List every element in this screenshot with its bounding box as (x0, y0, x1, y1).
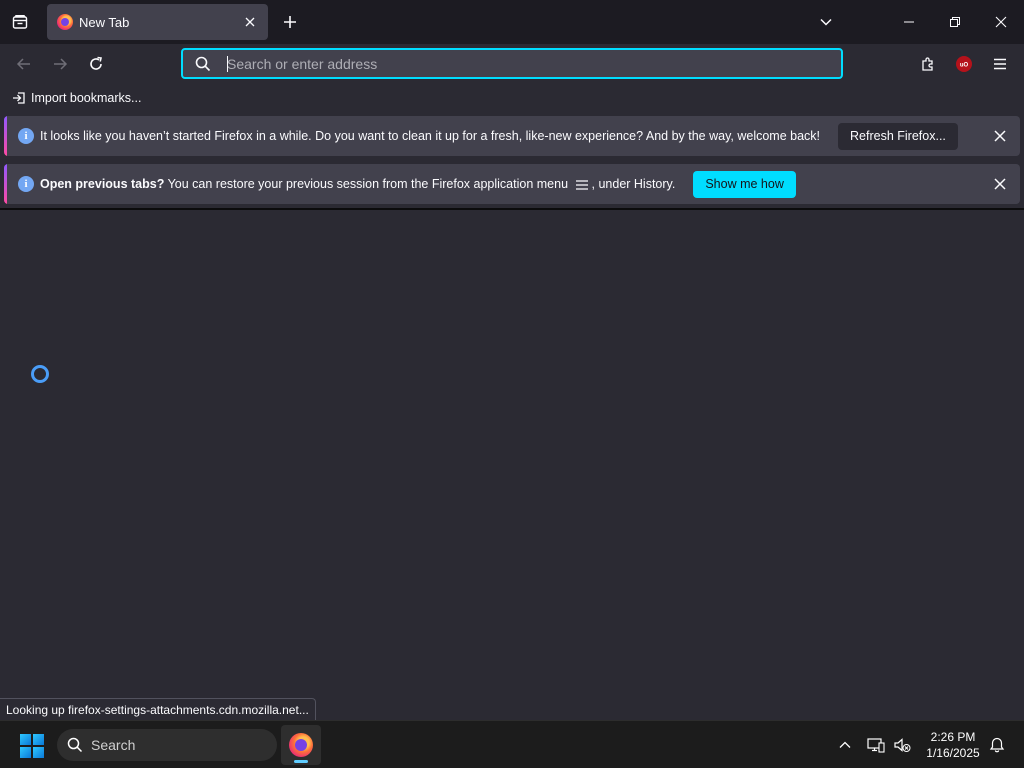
app-menu-hamburger-icon[interactable] (984, 48, 1016, 80)
refresh-firefox-notification: i It looks like you haven’t started Fire… (4, 116, 1020, 156)
taskbar-search-label: Search (91, 737, 136, 753)
page-content: Looking up firefox-settings-attachments.… (0, 210, 1024, 720)
forward-arrow-icon[interactable] (44, 48, 76, 80)
window-close-icon[interactable] (978, 0, 1024, 44)
firefox-icon (289, 733, 313, 757)
hamburger-menu-icon (575, 180, 588, 190)
status-panel: Looking up firefox-settings-attachments.… (0, 698, 316, 720)
ublock-origin-icon[interactable]: uO (948, 48, 980, 80)
chevron-up-icon[interactable] (833, 733, 857, 757)
taskbar-search-box[interactable]: Search (57, 729, 277, 761)
import-bookmarks-label: Import bookmarks... (31, 91, 142, 105)
address-input[interactable] (223, 55, 841, 72)
show-me-how-button[interactable]: Show me how (693, 170, 796, 198)
bell-icon[interactable] (985, 733, 1009, 757)
tab-new-tab[interactable]: New Tab (47, 4, 268, 40)
search-icon (67, 737, 83, 753)
taskbar-firefox-button[interactable] (281, 725, 321, 765)
firefox-favicon-icon (57, 14, 73, 30)
minimize-icon[interactable] (886, 0, 932, 44)
search-icon (183, 56, 223, 72)
tab-strip: New Tab (0, 0, 1024, 44)
svg-text:uO: uO (960, 63, 969, 69)
clock-date: 1/16/2025 (926, 746, 980, 760)
volume-muted-icon[interactable] (890, 733, 914, 757)
notification-message: It looks like you haven’t started Firefo… (40, 129, 821, 143)
bookmarks-toolbar: Import bookmarks... (0, 84, 1024, 112)
restore-icon[interactable] (932, 0, 978, 44)
navigation-toolbar: uO (0, 44, 1024, 84)
windows-taskbar: Search 2:26 PM 1/16/2025 (0, 720, 1024, 768)
tab-title: New Tab (79, 14, 130, 30)
text-caret (227, 56, 228, 72)
windows-start-icon[interactable] (20, 734, 44, 758)
new-tab-plus-icon[interactable] (274, 6, 306, 38)
tab-list-chevron-down-icon[interactable] (810, 6, 842, 38)
clock-time: 2:26 PM (930, 730, 976, 744)
reload-icon[interactable] (80, 48, 112, 80)
firefox-view-icon[interactable] (4, 6, 36, 38)
notification-close-icon[interactable] (988, 172, 1012, 196)
tab-close-icon[interactable] (238, 10, 262, 34)
system-clock[interactable]: 2:26 PM 1/16/2025 (920, 729, 986, 761)
notification-message-bold: Open previous tabs? (40, 177, 165, 191)
back-arrow-icon[interactable] (8, 48, 40, 80)
restore-session-notification: i Open previous tabs? You can restore yo… (4, 164, 1020, 204)
info-icon: i (18, 128, 34, 144)
notification-message-pre: You can restore your previous session fr… (164, 177, 572, 191)
import-icon (13, 92, 25, 104)
notification-message-post: , under History. (591, 177, 676, 191)
active-app-indicator (294, 760, 308, 763)
loading-spinner-icon (31, 365, 49, 383)
url-bar[interactable] (181, 48, 843, 79)
notification-close-icon[interactable] (988, 124, 1012, 148)
import-bookmarks-button[interactable]: Import bookmarks... (12, 91, 141, 105)
extensions-puzzle-icon[interactable] (912, 48, 944, 80)
notification-message: Open previous tabs? You can restore your… (40, 177, 675, 191)
network-icon[interactable] (864, 733, 888, 757)
refresh-firefox-button[interactable]: Refresh Firefox... (838, 122, 958, 150)
info-icon: i (18, 176, 34, 192)
